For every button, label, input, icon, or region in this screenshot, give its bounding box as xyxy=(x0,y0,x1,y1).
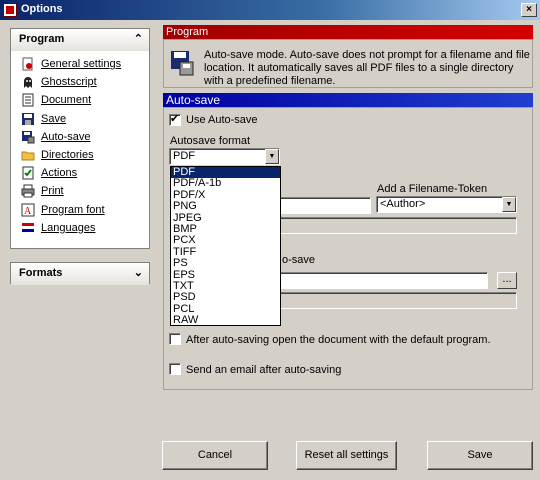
browse-directory-button[interactable]: ... xyxy=(497,272,517,289)
app-icon xyxy=(3,3,17,17)
program-panel: Program ⌃ General settings Ghostscript D… xyxy=(10,28,150,249)
sidebar-item-label: Directories xyxy=(41,149,94,162)
filename-token-value: <Author> xyxy=(380,198,426,210)
chevron-up-icon[interactable]: ⌃ xyxy=(134,32,143,45)
format-option[interactable]: RAW xyxy=(171,315,280,326)
save-button[interactable]: Save xyxy=(427,441,533,470)
sidebar-item-label: Actions xyxy=(41,167,78,180)
cancel-button[interactable]: Cancel xyxy=(162,441,268,470)
sidebar-item-label: Languages xyxy=(41,221,96,234)
sidebar-item-label: Program font xyxy=(41,203,105,216)
format-option[interactable]: PDF/X xyxy=(171,190,280,201)
program-nav-list: General settings Ghostscript Document Sa… xyxy=(11,51,149,237)
languages-icon xyxy=(21,221,35,235)
use-autosave-checkbox[interactable] xyxy=(169,112,181,126)
send-email-label: Send an email after auto-saving xyxy=(186,364,342,376)
sidebar-item-auto-save[interactable]: Auto-save xyxy=(21,128,149,146)
filename-field[interactable] xyxy=(279,197,371,214)
format-option[interactable]: TXT xyxy=(171,281,280,292)
sidebar-item-save[interactable]: Save xyxy=(21,110,149,128)
format-option[interactable]: EPS xyxy=(171,270,280,281)
open-after-autosave-label: After auto-saving open the document with… xyxy=(186,334,491,346)
program-description: Auto-save mode. Auto-save does not promp… xyxy=(204,49,530,87)
actions-icon xyxy=(21,166,35,180)
sidebar-item-general-settings[interactable]: General settings xyxy=(21,55,149,73)
autosave-directory-label: o-save xyxy=(282,254,316,266)
sidebar-item-label: Auto-save xyxy=(41,130,91,143)
sidebar-item-program-font[interactable]: A Program font xyxy=(21,201,149,219)
format-option[interactable]: PCX xyxy=(171,235,280,246)
sidebar-item-languages[interactable]: Languages xyxy=(21,219,149,237)
autosave-icon xyxy=(21,130,35,144)
format-option[interactable]: PNG xyxy=(171,201,280,212)
reset-all-settings-button[interactable]: Reset all settings xyxy=(296,441,397,470)
formats-panel[interactable]: Formats ⌄ xyxy=(10,262,150,285)
formats-panel-header[interactable]: Formats ⌄ xyxy=(11,263,149,285)
directory-preview-field xyxy=(279,292,517,309)
sidebar-item-label: Ghostscript xyxy=(41,76,97,89)
format-option[interactable]: PDF/A-1b xyxy=(171,178,280,189)
title-bar: Options × xyxy=(0,0,540,20)
sidebar-item-directories[interactable]: Directories xyxy=(21,146,149,164)
formats-panel-title: Formats xyxy=(19,267,63,279)
sidebar-item-label: Print xyxy=(41,185,64,198)
close-button[interactable]: × xyxy=(521,3,537,17)
window-title: Options xyxy=(21,3,63,15)
format-option[interactable]: BMP xyxy=(171,224,280,235)
format-option[interactable]: PDF xyxy=(171,167,280,179)
sidebar-item-label: General settings xyxy=(41,58,122,71)
sidebar-item-actions[interactable]: Actions xyxy=(21,164,149,182)
filename-preview-field xyxy=(279,217,517,234)
use-autosave-label: Use Auto-save xyxy=(186,114,258,126)
printer-icon xyxy=(21,184,35,198)
program-section-header: Program xyxy=(163,25,533,39)
program-panel-title: Program xyxy=(19,33,65,45)
format-option[interactable]: PCL xyxy=(171,304,280,315)
document-icon xyxy=(21,93,35,107)
chevron-down-icon[interactable]: ▼ xyxy=(265,149,279,164)
open-after-autosave-checkbox[interactable] xyxy=(169,333,181,345)
sidebar-item-label: Save xyxy=(41,112,67,125)
autosave-large-icon xyxy=(170,50,194,76)
sidebar-item-label: Document xyxy=(41,94,92,107)
format-option[interactable]: PSD xyxy=(171,292,280,303)
svg-text:A: A xyxy=(24,206,32,217)
save-icon xyxy=(21,112,35,126)
sidebar-item-print[interactable]: Print xyxy=(21,182,149,200)
sidebar-item-ghostscript[interactable]: Ghostscript xyxy=(21,73,149,91)
program-panel-header[interactable]: Program ⌃ xyxy=(11,29,149,51)
filename-token-select[interactable]: <Author> ▼ xyxy=(376,196,517,213)
chevron-down-icon[interactable]: ⌄ xyxy=(134,266,143,279)
ghost-icon xyxy=(21,75,35,89)
autosave-format-value: PDF xyxy=(173,150,195,162)
font-icon: A xyxy=(21,203,35,217)
autosave-format-dropdown-list[interactable]: PDF PDF/A-1b PDF/X PNG JPEG BMP PCX TIFF PS EPS TX… xyxy=(170,166,281,326)
format-option[interactable]: JPEG xyxy=(171,213,280,224)
send-email-checkbox[interactable] xyxy=(169,363,181,375)
format-option[interactable]: TIFF xyxy=(171,247,280,258)
autosave-directory-field[interactable] xyxy=(279,272,488,289)
sidebar-item-document[interactable]: Document xyxy=(21,91,149,109)
format-option[interactable]: PS xyxy=(171,258,280,269)
document-gear-icon xyxy=(21,57,35,71)
folder-icon xyxy=(21,148,35,162)
autosave-format-select[interactable]: PDF ▼ xyxy=(169,148,280,165)
autosave-section-header: Auto-save xyxy=(163,93,533,107)
autosave-format-label: Autosave format xyxy=(170,135,251,147)
filename-token-label: Add a Filename-Token xyxy=(377,183,488,195)
chevron-down-icon[interactable]: ▼ xyxy=(502,197,516,212)
